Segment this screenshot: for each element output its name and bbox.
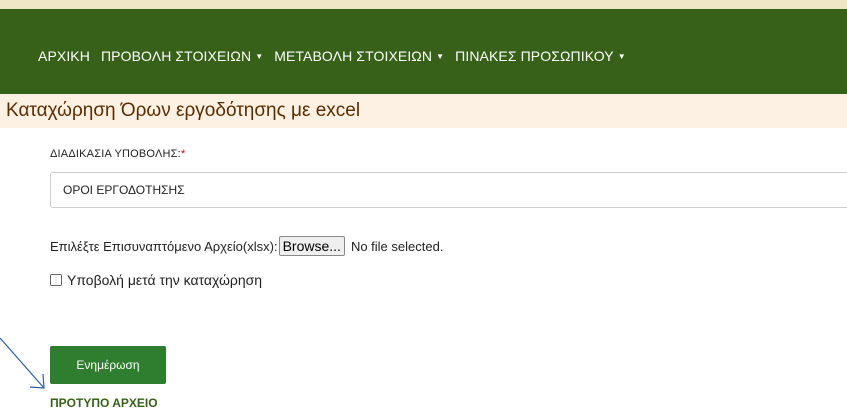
procedure-select[interactable]: ΟΡΟΙ ΕΡΓΟΔΟΤΗΣΗΣ <box>50 172 847 208</box>
submit-after-row: Υποβολή μετά την καταχώρηση <box>50 272 262 288</box>
submit-after-label[interactable]: Υποβολή μετά την καταχώρηση <box>67 272 262 288</box>
page-title: Καταχώρηση Όρων εργοδότησης με excel <box>6 100 361 121</box>
file-status: No file selected. <box>350 238 444 254</box>
nav-item-modify-data[interactable]: ΜΕΤΑΒΟΛΗ ΣΤΟΙΧΕΙΩΝ ▼ <box>274 48 444 64</box>
caret-down-icon: ▼ <box>255 51 264 61</box>
procedure-label-text: ΔΙΑΔΙΚΑΣΙΑ ΥΠΟΒΟΛΗΣ: <box>50 148 181 160</box>
arrow-annotation-icon <box>0 338 45 389</box>
nav-item-label: ΜΕΤΑΒΟΛΗ ΣΤΟΙΧΕΙΩΝ <box>274 47 433 64</box>
nav-item-staff-tables[interactable]: ΠΙΝΑΚΕΣ ΠΡΟΣΩΠΙΚΟΥ ▼ <box>455 48 626 64</box>
template-file-link[interactable]: ΠΡΟΤΥΠΟ ΑΡΧΕΙΟ <box>50 396 158 410</box>
caret-down-icon: ▼ <box>436 51 445 61</box>
update-button[interactable]: Ενημέρωση <box>50 346 166 384</box>
nav-item-view-data[interactable]: ΠΡΟΒΟΛΗ ΣΤΟΙΧΕΙΩΝ ▼ <box>101 48 263 64</box>
procedure-label: ΔΙΑΔΙΚΑΣΙΑ ΥΠΟΒΟΛΗΣ:* <box>50 148 185 160</box>
submit-after-checkbox[interactable] <box>50 274 62 286</box>
nav-item-label: ΠΡΟΒΟΛΗ ΣΤΟΙΧΕΙΩΝ <box>100 47 252 64</box>
nav-item-home[interactable]: ΑΡΧΙΚΗ <box>38 48 90 64</box>
file-upload-row: Επιλέξτε Επισυναπτόμενο Αρχείο(xlsx): Br… <box>50 236 443 256</box>
required-mark: * <box>180 148 186 160</box>
file-label: Επιλέξτε Επισυναπτόμενο Αρχείο(xlsx): <box>50 238 278 254</box>
main-nav: ΑΡΧΙΚΗ ΠΡΟΒΟΛΗ ΣΤΟΙΧΕΙΩΝ ▼ ΜΕΤΑΒΟΛΗ ΣΤΟΙΧ… <box>0 9 847 94</box>
nav-item-label: ΑΡΧΙΚΗ <box>38 47 90 64</box>
procedure-select-value: ΟΡΟΙ ΕΡΓΟΔΟΤΗΣΗΣ <box>63 183 185 197</box>
nav-item-label: ΠΙΝΑΚΕΣ ΠΡΟΣΩΠΙΚΟΥ <box>455 47 614 64</box>
title-bar: Καταχώρηση Όρων εργοδότησης με excel <box>0 94 847 128</box>
caret-down-icon: ▼ <box>617 51 626 61</box>
top-accent-strip <box>0 0 847 9</box>
browse-button[interactable]: Browse... <box>278 236 345 256</box>
